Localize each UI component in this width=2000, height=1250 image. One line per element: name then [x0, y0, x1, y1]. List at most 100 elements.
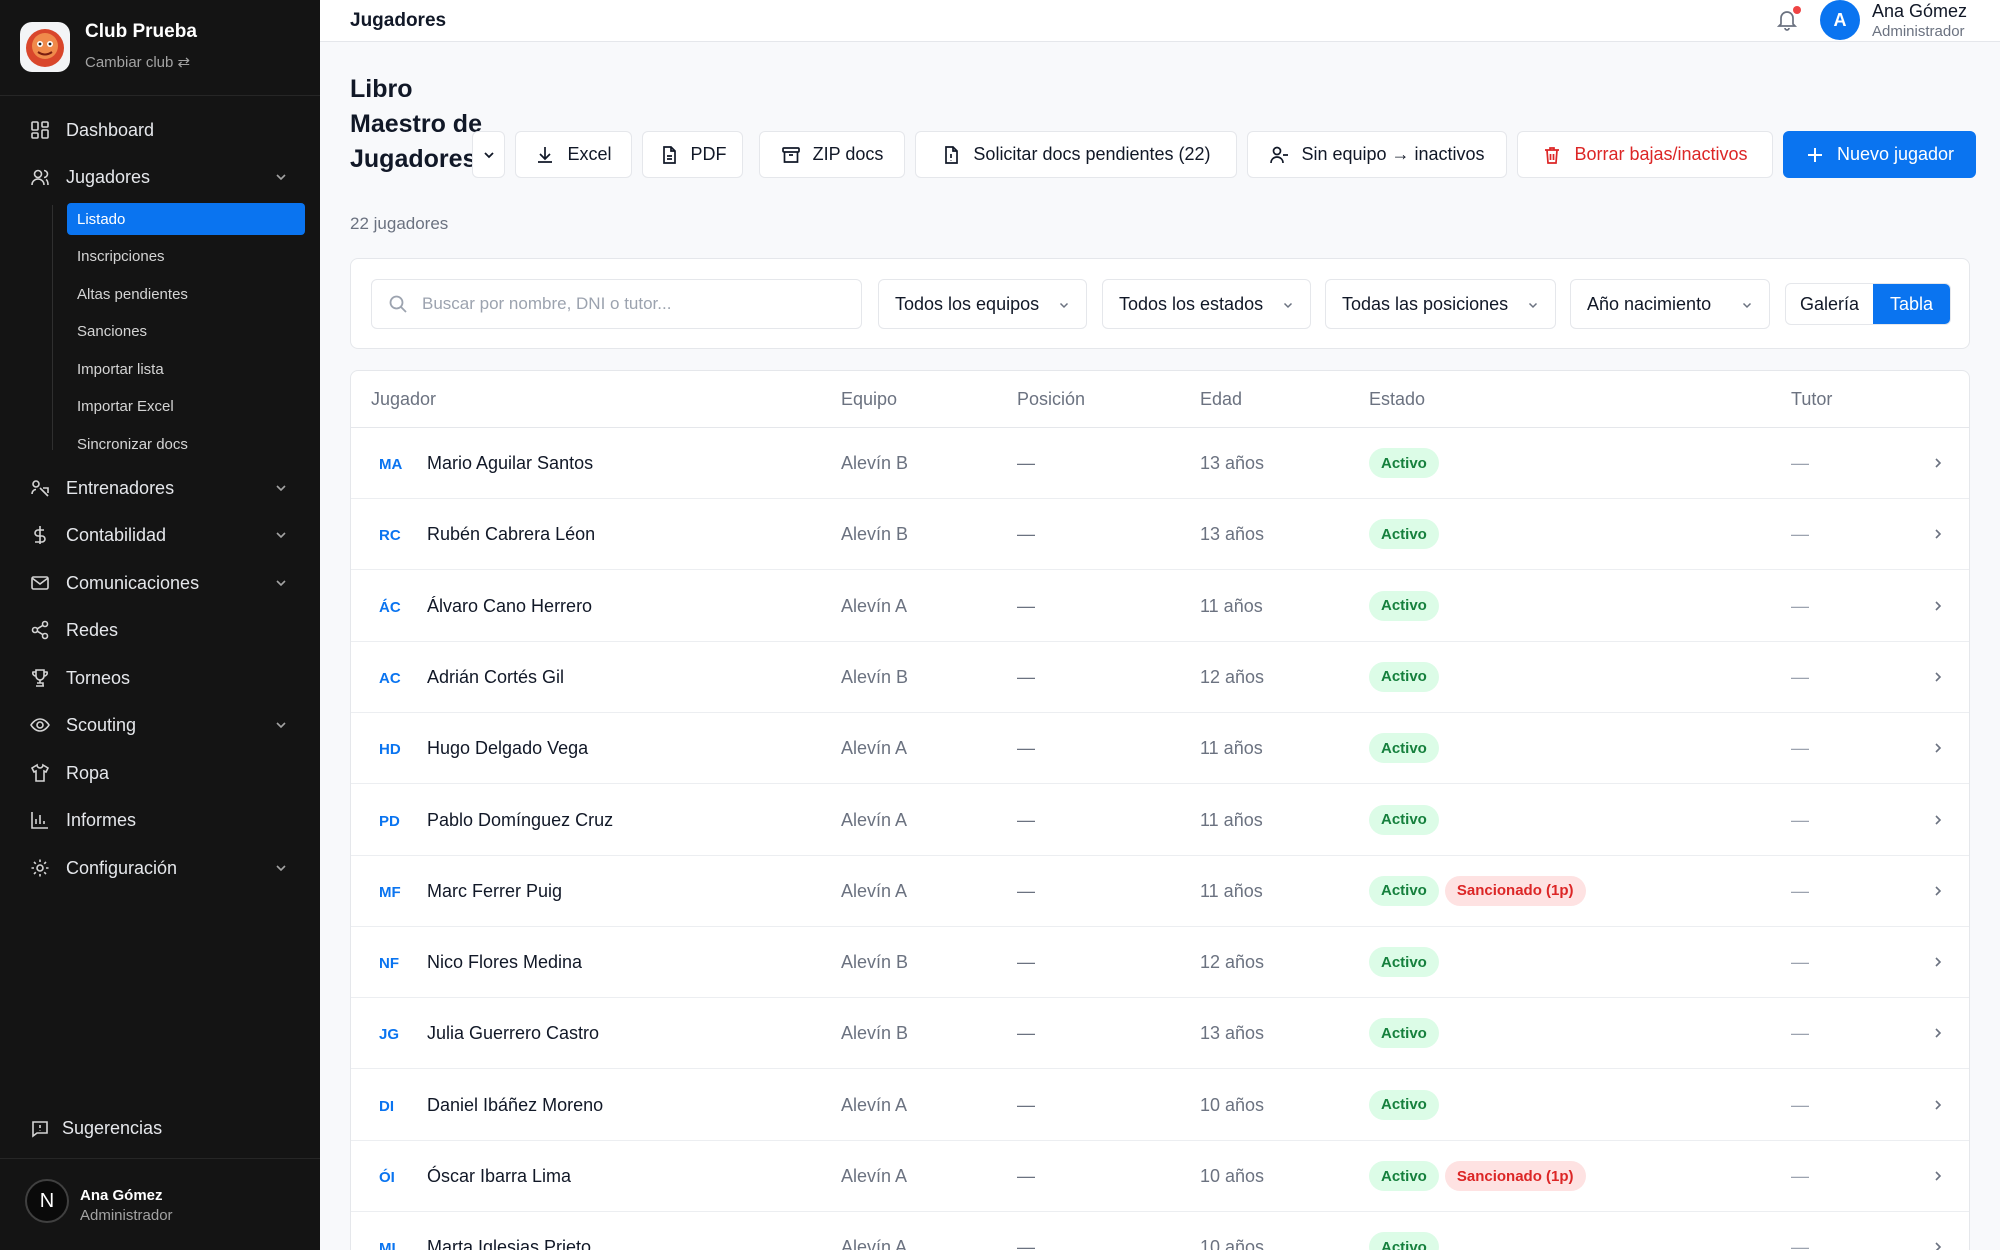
status-badge: Activo: [1369, 947, 1439, 978]
column-header-status[interactable]: Estado: [1369, 389, 1425, 410]
column-header-team[interactable]: Equipo: [841, 389, 897, 410]
subnav-item-inscripciones[interactable]: Inscripciones: [67, 240, 305, 272]
table-row[interactable]: MI Marta Iglesias Prieto Alevín A — 10 años A…: [351, 1212, 1969, 1250]
player-tutor: —: [1791, 1166, 1809, 1186]
status-badges: Activo: [1369, 448, 1445, 478]
trophy-icon: [32, 669, 48, 687]
table-row[interactable]: JG Julia Guerrero Castro Alevín B — 13 años A…: [351, 998, 1969, 1070]
export-pdf-button[interactable]: PDF: [642, 131, 743, 178]
chevron-right-icon[interactable]: [1931, 1169, 1945, 1183]
nav-item-ropa[interactable]: Ropa: [0, 753, 320, 793]
player-age: 13 años: [1200, 453, 1265, 473]
table-header: Jugador Equipo Posición Edad Estado Tuto…: [351, 371, 1969, 428]
player-tutor: —: [1791, 738, 1809, 759]
player-tutor: —: [1791, 952, 1809, 973]
team-filter-select[interactable]: Todos los equipos: [878, 279, 1087, 329]
nav-item-informes[interactable]: Informes: [0, 800, 320, 840]
status-badge: Activo: [1369, 519, 1439, 550]
table-row[interactable]: MA Mario Aguilar Santos Alevín B — 13 años Ac…: [351, 428, 1969, 499]
column-header-player[interactable]: Jugador: [371, 389, 436, 410]
chevron-right-icon[interactable]: [1931, 456, 1945, 470]
chevron-right-icon[interactable]: [1931, 599, 1945, 613]
nav-item-configuracion[interactable]: Configuración: [0, 848, 320, 888]
more-actions-button[interactable]: [472, 131, 505, 178]
nav-item-scouting[interactable]: Scouting: [0, 705, 320, 745]
no-team-inactive-button[interactable]: Sin equipo → inactivos: [1247, 131, 1507, 178]
table-row[interactable]: ÁC Álvaro Cano Herrero Alevín A — 11 años Act…: [351, 571, 1969, 642]
subnav-item-importar-excel[interactable]: Importar Excel: [67, 390, 305, 422]
chevron-down-icon: [276, 174, 286, 181]
nav-item-redes[interactable]: Redes: [0, 610, 320, 650]
avatar[interactable]: A: [1820, 0, 1860, 40]
subnav-item-sanciones[interactable]: Sanciones: [67, 315, 305, 347]
view-table-button[interactable]: Tabla: [1872, 284, 1950, 324]
chevron-right-icon[interactable]: [1931, 884, 1945, 898]
nav-item-entrenadores[interactable]: Entrenadores: [0, 468, 320, 508]
status-badge: Activo: [1369, 1089, 1439, 1120]
nav-item-comunicaciones[interactable]: Comunicaciones: [0, 563, 320, 603]
position-filter-select[interactable]: Todas las posiciones: [1325, 279, 1556, 329]
player-tutor: —: [1791, 595, 1809, 616]
search-input[interactable]: [422, 294, 842, 314]
zip-docs-button[interactable]: ZIP docs: [759, 131, 905, 178]
table-row[interactable]: DI Daniel Ibáñez Moreno Alevín A — 10 años Ac…: [351, 1070, 1969, 1141]
status-badge: Activo: [1369, 1232, 1439, 1250]
subnav-item-listado[interactable]: Listado: [67, 203, 305, 235]
birth-year-filter-select[interactable]: Año nacimiento: [1570, 279, 1770, 329]
subnav-item-altas-pendientes[interactable]: Altas pendientes: [67, 278, 305, 310]
plus-icon: [1807, 147, 1822, 162]
sidebar: Club Prueba Cambiar club ⇄ Dashboard Jug…: [0, 0, 320, 1250]
status-filter-select[interactable]: Todos los estados: [1102, 279, 1311, 329]
player-position: —: [1017, 524, 1035, 545]
subnav-item-sincronizar-docs[interactable]: Sincronizar docs: [67, 428, 305, 460]
chevron-down-icon: [276, 532, 286, 539]
status-badge: Activo: [1369, 661, 1439, 692]
player-name: Álvaro Cano Herrero: [427, 595, 593, 616]
column-header-tutor[interactable]: Tutor: [1791, 389, 1832, 410]
subnav-item-importar-lista[interactable]: Importar lista: [67, 353, 305, 385]
chevron-right-icon[interactable]: [1931, 741, 1945, 755]
nav-label: Entrenadores: [66, 477, 175, 498]
user-role: Administrador: [80, 1207, 173, 1224]
request-pending-docs-button[interactable]: Solicitar docs pendientes (22): [915, 131, 1237, 178]
nav-label: Configuración: [66, 857, 178, 878]
share-icon: [31, 620, 49, 640]
table-row[interactable]: RC Rubén Cabrera Léon Alevín B — 13 años Acti…: [351, 499, 1969, 571]
suggestions-link[interactable]: Sugerencias: [30, 1118, 162, 1139]
new-player-button[interactable]: Nuevo jugador: [1783, 131, 1976, 178]
player-initials: PD: [379, 812, 400, 830]
nav-item-contabilidad[interactable]: Contabilidad: [0, 515, 320, 555]
table-row[interactable]: HD Hugo Delgado Vega Alevín A — 11 años Activ…: [351, 713, 1969, 785]
chevron-right-icon[interactable]: [1931, 527, 1945, 541]
club-name: Club Prueba: [85, 21, 197, 42]
nav-item-dashboard[interactable]: Dashboard: [0, 110, 320, 150]
status-badges: Activo: [1369, 519, 1445, 550]
table-row[interactable]: AC Adrián Cortés Gil Alevín B — 12 años Activ…: [351, 642, 1969, 713]
delete-inactive-button[interactable]: Borrar bajas/inactivos: [1517, 131, 1773, 178]
chevron-right-icon[interactable]: [1931, 1026, 1945, 1040]
club-switcher[interactable]: Club Prueba Cambiar club ⇄: [0, 0, 320, 96]
player-tutor: —: [1791, 524, 1809, 545]
chevron-right-icon[interactable]: [1931, 955, 1945, 969]
column-header-age[interactable]: Edad: [1200, 389, 1242, 410]
nav-item-torneos[interactable]: Torneos: [0, 658, 320, 698]
player-initials: HD: [379, 741, 401, 759]
table-row[interactable]: NF Nico Flores Medina Alevín B — 12 años Acti…: [351, 927, 1969, 999]
change-club-link[interactable]: Cambiar club ⇄: [85, 53, 190, 71]
player-age: 10 años: [1200, 1166, 1265, 1186]
chevron-right-icon[interactable]: [1931, 1240, 1945, 1250]
chevron-right-icon[interactable]: [1931, 813, 1945, 827]
button-label: Solicitar docs pendientes (22): [973, 144, 1211, 164]
chevron-right-icon[interactable]: [1931, 670, 1945, 684]
table-row[interactable]: ÓI Óscar Ibarra Lima Alevín A — 10 años Activ…: [351, 1141, 1969, 1212]
view-gallery-button[interactable]: Galería: [1786, 284, 1873, 324]
status-badges: Activo: [1369, 1018, 1445, 1049]
chevron-right-icon[interactable]: [1931, 1098, 1945, 1112]
sidebar-user[interactable]: N Ana Gómez Administrador: [0, 1158, 320, 1250]
export-excel-button[interactable]: Excel: [515, 131, 632, 178]
search-box[interactable]: [371, 279, 862, 329]
nav-item-jugadores[interactable]: Jugadores: [0, 157, 320, 197]
table-row[interactable]: MF Marc Ferrer Puig Alevín A — 11 años Activo…: [351, 856, 1969, 927]
table-row[interactable]: PD Pablo Domínguez Cruz Alevín A — 11 años Ac…: [351, 785, 1969, 856]
column-header-position[interactable]: Posición: [1017, 389, 1085, 410]
